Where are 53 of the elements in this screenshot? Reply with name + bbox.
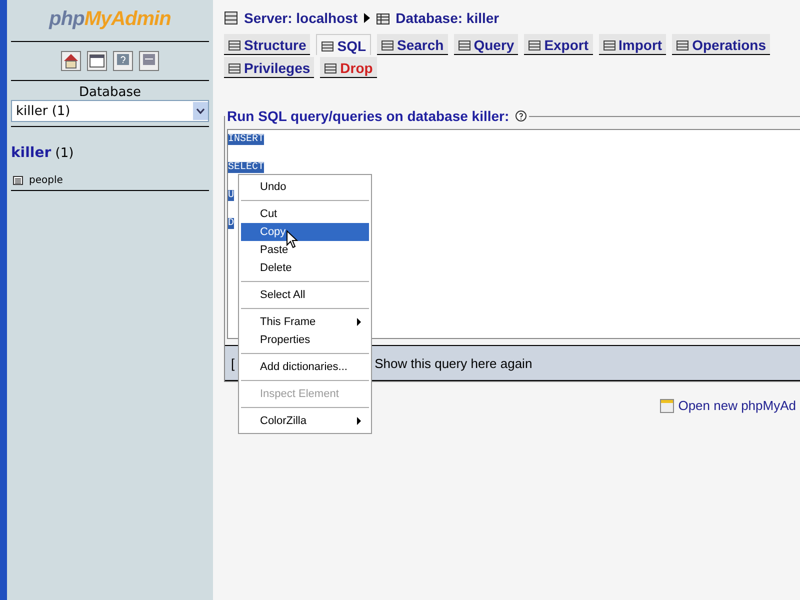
selected-text: SELECT	[228, 162, 264, 173]
panel-legend: Run SQL query/queries on database killer:	[227, 108, 510, 124]
tab-icon	[324, 61, 338, 75]
tab[interactable]: Drop	[320, 57, 377, 78]
menu-item[interactable]: Copy	[241, 223, 369, 241]
open-window-link[interactable]: Open new phpMyAd	[678, 398, 796, 413]
tab-icon	[228, 38, 242, 52]
table-count: (1)	[55, 146, 74, 161]
tab[interactable]: Query	[454, 34, 518, 55]
server-link[interactable]: Server: localhost	[244, 10, 358, 26]
arrow-right-icon	[364, 13, 370, 23]
menu-item[interactable]: Paste	[241, 241, 369, 259]
tab-icon	[228, 61, 242, 75]
tab[interactable]: Export	[524, 34, 593, 55]
database-label: Database	[78, 85, 142, 100]
bracket: [	[231, 356, 235, 370]
tab-icon	[321, 38, 336, 52]
menu-item[interactable]: ColorZilla	[241, 412, 369, 430]
server-icon	[224, 11, 238, 25]
database-icon	[376, 11, 390, 25]
tab-icon	[528, 38, 542, 52]
help-icon[interactable]	[515, 110, 528, 122]
menu-item[interactable]: Delete	[241, 259, 369, 277]
tab[interactable]: Structure	[224, 34, 310, 55]
menu-item[interactable]: Undo	[241, 178, 369, 196]
selected-text: D	[228, 218, 234, 229]
menu-item[interactable]: Cut	[241, 205, 369, 223]
menu-item[interactable]: Add dictionaries...	[241, 358, 369, 376]
tab-icon	[458, 38, 472, 52]
tab-icon	[381, 38, 396, 52]
tab[interactable]: SQL	[316, 34, 372, 55]
selected-text: INSERT	[228, 134, 264, 145]
tab[interactable]: Privileges	[224, 57, 314, 78]
table-icon[interactable]	[13, 176, 23, 185]
table-link[interactable]: people	[29, 175, 63, 186]
checkbox-label[interactable]: Show this query here again	[374, 356, 532, 370]
database-select[interactable]: killer (1)	[11, 100, 209, 122]
dropdown-caret-icon[interactable]	[193, 102, 208, 120]
database-link[interactable]: killer	[11, 145, 52, 161]
menu-item[interactable]: This Frame	[241, 313, 369, 331]
tab-icon	[676, 38, 690, 52]
tab[interactable]: Operations	[672, 34, 770, 55]
tab-icon	[602, 38, 617, 52]
query-window-icon[interactable]	[87, 51, 107, 71]
selected-text: U	[228, 190, 234, 201]
tab[interactable]: Import	[598, 34, 666, 55]
menu-item[interactable]: Select All	[241, 286, 369, 304]
home-icon[interactable]	[61, 51, 81, 71]
window-icon	[660, 398, 674, 412]
mouse-pointer-icon	[286, 230, 298, 249]
tab[interactable]: Search	[377, 34, 448, 55]
database-link[interactable]: Database: killer	[396, 10, 500, 26]
logo: phpMyAdmin	[48, 7, 172, 32]
